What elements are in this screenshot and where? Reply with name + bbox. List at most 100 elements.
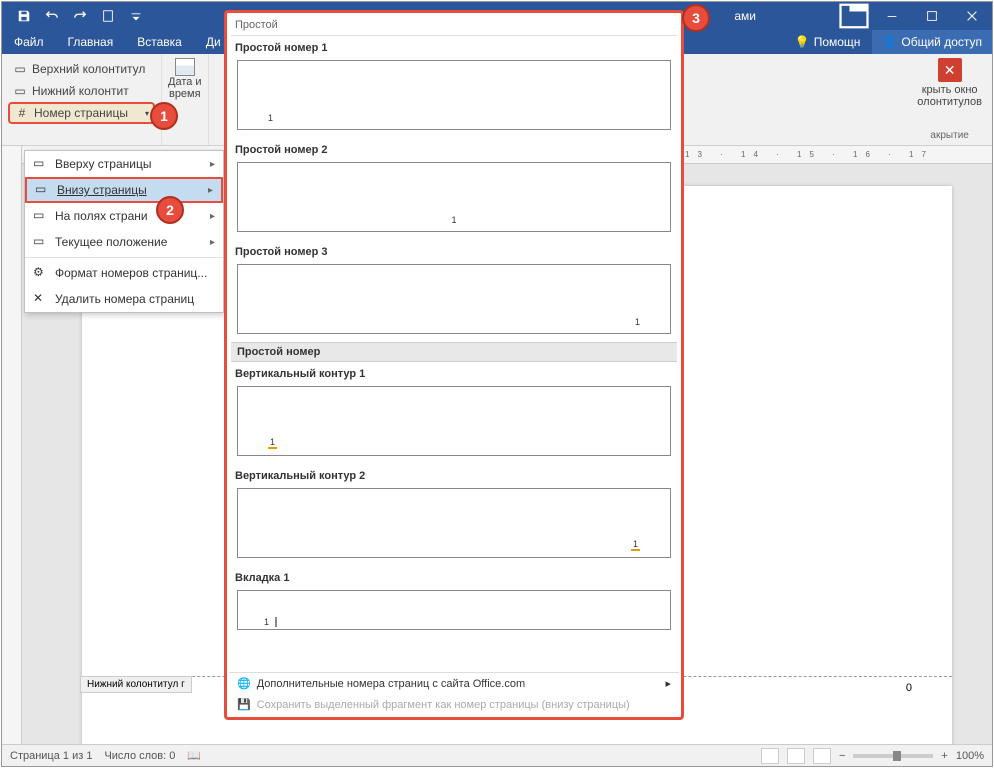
lightbulb-icon: 💡 xyxy=(795,35,810,49)
footer-icon: ▭ xyxy=(12,83,28,99)
menu-page-margins[interactable]: ▭ На полях страни ▸ xyxy=(25,203,223,229)
gallery-item-title: Вкладка 1 xyxy=(231,566,677,588)
page-top-icon: ▭ xyxy=(33,156,49,172)
header-icon: ▭ xyxy=(12,61,28,77)
view-web-button[interactable] xyxy=(813,748,831,764)
gallery-item-tab1[interactable]: 1 xyxy=(237,590,671,630)
header-button[interactable]: ▭ Верхний колонтитул xyxy=(8,58,155,80)
zoom-level[interactable]: 100% xyxy=(956,750,984,762)
close-label1: крыть окно xyxy=(922,84,978,96)
menu-label: Формат номеров страниц... xyxy=(55,266,207,280)
redo-button[interactable] xyxy=(66,2,94,30)
footer-label: Нижний колонтит xyxy=(32,84,129,98)
ribbon-options-button[interactable] xyxy=(836,2,872,30)
page-margins-icon: ▭ xyxy=(33,208,49,224)
tell-me-button[interactable]: 💡Помощн xyxy=(783,30,873,54)
datetime-group: Дата и время xyxy=(162,54,209,145)
footer-button[interactable]: ▭ Нижний колонтит xyxy=(8,80,155,102)
chevron-right-icon: ▸ xyxy=(208,185,213,196)
tab-home[interactable]: Главная xyxy=(56,30,126,54)
zoom-thumb[interactable] xyxy=(893,751,901,761)
page-number-menu: ▭ Вверху страницы ▸ ▭ Внизу страницы ▸ ▭ На п… xyxy=(24,150,224,313)
gallery-footer: 🌐 Дополнительные номера страниц с сайта O… xyxy=(229,672,679,715)
status-language-icon[interactable]: 📖 xyxy=(187,749,201,762)
tab-insert[interactable]: Вставка xyxy=(125,30,194,54)
chevron-right-icon: ▸ xyxy=(665,677,671,690)
menu-label: Вверху страницы xyxy=(55,157,151,171)
zoom-in-button[interactable]: + xyxy=(941,750,947,762)
calendar-icon xyxy=(175,58,195,76)
callout-1: 1 xyxy=(150,102,178,130)
gallery-item-simple2[interactable]: 1 xyxy=(237,162,671,232)
menu-remove-numbers[interactable]: ✕ Удалить номера страниц xyxy=(25,286,223,312)
view-print-button[interactable] xyxy=(787,748,805,764)
share-button[interactable]: 👤 Общий доступ xyxy=(872,30,992,54)
gallery-item-title: Простой номер 1 xyxy=(231,36,677,58)
gallery-item-simple1[interactable]: 1 xyxy=(237,60,671,130)
page-number-label: Номер страницы xyxy=(34,106,128,120)
chevron-down-icon: ▾ xyxy=(145,109,149,118)
view-read-button[interactable] xyxy=(761,748,779,764)
window-controls xyxy=(836,2,992,30)
status-bar: Страница 1 из 1 Число слов: 0 📖 − + 100% xyxy=(2,744,992,766)
callout-3: 3 xyxy=(682,4,710,32)
header-footer-group: ▭ Верхний колонтитул ▭ Нижний колонтит # Но… xyxy=(2,54,162,145)
maximize-button[interactable] xyxy=(912,2,952,30)
share-icon: 👤 xyxy=(882,35,897,49)
tab-file[interactable]: Файл xyxy=(2,30,56,54)
close-label2: олонтитулов xyxy=(917,96,982,108)
gallery-header: Простой xyxy=(231,17,677,36)
menu-current-position[interactable]: ▭Текущее положение▸ xyxy=(25,229,223,255)
close-group: ✕ крыть окно олонтитулов акрытие xyxy=(907,54,992,145)
menu-separator xyxy=(25,257,223,258)
office-icon: 🌐 xyxy=(237,677,251,690)
footer-tab-label: Нижний колонтитул г xyxy=(80,676,192,693)
cursor-icon: ▭ xyxy=(33,234,49,250)
page-number-button[interactable]: # Номер страницы ▾ xyxy=(8,102,155,124)
datetime-label: Дата и xyxy=(168,76,202,88)
chevron-right-icon: ▸ xyxy=(210,211,215,222)
gallery-item-title: Простой номер 2 xyxy=(231,138,677,160)
status-page[interactable]: Страница 1 из 1 xyxy=(10,750,92,762)
save-button[interactable] xyxy=(10,2,38,30)
remove-icon: ✕ xyxy=(33,291,49,307)
save-icon: 💾 xyxy=(237,698,251,711)
status-words[interactable]: Число слов: 0 xyxy=(104,750,175,762)
zoom-slider[interactable] xyxy=(853,754,933,758)
close-header-footer-button[interactable]: ✕ xyxy=(938,58,962,82)
new-doc-button[interactable] xyxy=(94,2,122,30)
gallery-item-vert1[interactable]: 1 xyxy=(237,386,671,456)
gallery-save-label: Сохранить выделенный фрагмент как номер … xyxy=(257,699,630,711)
callout-2: 2 xyxy=(156,196,184,224)
qat-customize-button[interactable] xyxy=(122,2,150,30)
gallery-item-vert2[interactable]: 1 xyxy=(237,488,671,558)
menu-format-numbers[interactable]: ⚙ Формат номеров страниц... xyxy=(25,260,223,286)
close-group-label: акрытие xyxy=(930,130,968,141)
gallery-item-title: Вертикальный контур 1 xyxy=(231,362,677,384)
close-button[interactable] xyxy=(952,2,992,30)
format-icon: ⚙ xyxy=(33,265,49,281)
quick-access-toolbar xyxy=(2,2,150,30)
page-number-gallery: Простой Простой номер 1 1 Простой номер … xyxy=(224,10,684,720)
undo-button[interactable] xyxy=(38,2,66,30)
zoom-out-button[interactable]: − xyxy=(839,750,845,762)
header-label: Верхний колонтитул xyxy=(32,62,145,76)
page-number-icon: # xyxy=(14,105,30,121)
gallery-more-label: Дополнительные номера страниц с сайта Of… xyxy=(257,678,525,690)
menu-label: На полях страни xyxy=(55,209,148,223)
gallery-item-title: Простой номер 3 xyxy=(231,240,677,262)
menu-top-of-page[interactable]: ▭ Вверху страницы ▸ xyxy=(25,151,223,177)
chevron-right-icon: ▸ xyxy=(210,159,215,170)
page-number-field[interactable]: 0 xyxy=(906,682,912,694)
menu-bottom-of-page[interactable]: ▭Внизу страницы▸ xyxy=(25,177,223,203)
gallery-more-office[interactable]: 🌐 Дополнительные номера страниц с сайта O… xyxy=(229,673,679,694)
menu-label: Внизу страницы xyxy=(57,183,147,197)
datetime-label2: время xyxy=(169,88,201,100)
minimize-button[interactable] xyxy=(872,2,912,30)
share-label: Общий доступ xyxy=(901,35,982,49)
gallery-save-selection: 💾 Сохранить выделенный фрагмент как номер… xyxy=(229,694,679,715)
menu-label: Текущее положение xyxy=(55,235,167,249)
vertical-ruler[interactable] xyxy=(2,146,22,744)
gallery-item-simple3[interactable]: 1 xyxy=(237,264,671,334)
menu-label: Удалить номера страниц xyxy=(55,292,194,306)
